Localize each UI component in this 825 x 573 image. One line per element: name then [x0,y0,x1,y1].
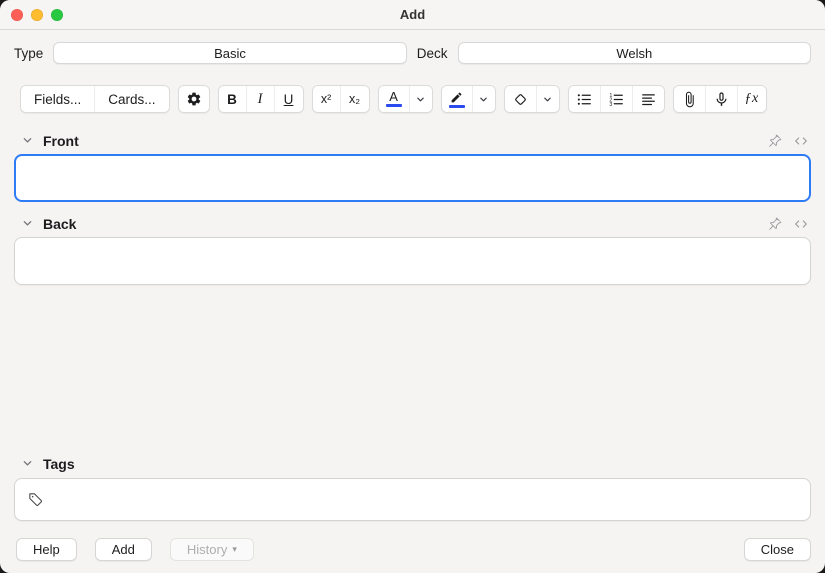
chevron-down-icon [543,95,552,104]
fields-cards-group: Fields... Cards... [20,85,170,113]
history-button[interactable]: History ▾ [170,538,254,561]
history-button-label: History [187,542,227,557]
editor-settings-button[interactable] [179,86,209,112]
add-note-dialog: Add Type Basic Deck Welsh Fields... Card… [0,0,825,573]
cards-button[interactable]: Cards... [95,86,168,112]
remove-formatting-button[interactable] [505,86,537,112]
text-color-button[interactable]: A [379,86,410,112]
record-audio-button[interactable] [706,86,738,112]
tags-field[interactable] [14,478,811,521]
superscript-button[interactable]: x² [313,86,341,112]
dropdown-arrow-icon: ▾ [232,544,237,555]
bold-button[interactable]: B [219,86,247,112]
settings-group [178,85,210,113]
pin-icon[interactable] [768,217,782,231]
front-field-label: Front [43,133,79,149]
front-field-header: Front [22,132,809,149]
minimize-window-button[interactable] [31,9,43,21]
align-text-icon [640,91,657,108]
highlight-color-group [441,85,496,113]
pin-icon[interactable] [768,134,782,148]
deck-label: Deck [417,46,448,61]
editor-toolbar: Fields... Cards... B I U x² x₂ A [20,85,811,113]
microphone-icon [713,91,730,108]
gear-icon [186,91,202,107]
paperclip-icon [681,91,698,108]
numbered-list-button[interactable]: 123 [601,86,633,112]
highlight-color-swatch [449,105,465,108]
text-color-group: A [378,85,433,113]
html-editor-icon[interactable] [793,216,809,232]
front-field-input[interactable] [14,154,811,202]
italic-button[interactable]: I [247,86,275,112]
chevron-down-icon[interactable] [22,458,33,469]
equation-button[interactable]: ƒx [738,86,766,112]
tags-input[interactable] [52,491,798,508]
close-button[interactable]: Close [744,538,811,561]
eraser-icon [512,91,529,108]
chevron-down-icon [479,95,488,104]
highlight-color-dropdown-button[interactable] [473,86,495,112]
remove-format-group [504,85,560,113]
math-fx-label: ƒx [745,91,759,107]
tags-header: Tags [22,455,809,472]
highlighter-icon [450,91,463,104]
script-group: x² x₂ [312,85,370,113]
zoom-window-button[interactable] [51,9,63,21]
fields-button[interactable]: Fields... [21,86,95,112]
notetype-selector[interactable]: Basic [53,42,406,64]
window-title: Add [400,7,425,22]
chevron-down-icon[interactable] [22,135,33,146]
title-bar: Add [0,0,825,30]
deck-selector[interactable]: Welsh [458,42,811,64]
format-group: B I U [218,85,304,113]
chevron-down-icon [416,95,425,104]
highlight-color-button[interactable] [442,86,473,112]
add-button[interactable]: Add [95,538,152,561]
svg-text:3: 3 [609,102,612,108]
tag-icon [27,491,44,508]
help-button[interactable]: Help [16,538,77,561]
bullet-list-icon [576,91,593,108]
media-group: ƒx [673,85,767,113]
bullet-list-button[interactable] [569,86,601,112]
text-color-swatch [386,104,402,107]
remove-formatting-dropdown-button[interactable] [537,86,559,112]
numbered-list-icon: 123 [608,91,625,108]
traffic-lights [11,9,63,21]
tags-label: Tags [43,456,75,472]
html-editor-icon[interactable] [793,133,809,149]
list-group: 123 [568,85,665,113]
back-field-label: Back [43,216,76,232]
underline-button[interactable]: U [275,86,303,112]
back-field-header: Back [22,215,809,232]
close-window-button[interactable] [11,9,23,21]
subscript-button[interactable]: x₂ [341,86,369,112]
notetype-deck-row: Type Basic Deck Welsh [14,42,811,64]
back-field-input[interactable] [14,237,811,285]
text-color-dropdown-button[interactable] [410,86,432,112]
chevron-down-icon[interactable] [22,218,33,229]
text-color-label: A [389,91,398,103]
alignment-button[interactable] [633,86,664,112]
empty-space [0,285,825,455]
attach-media-button[interactable] [674,86,706,112]
footer-bar: Help Add History ▾ Close [16,538,811,561]
type-label: Type [14,46,43,61]
